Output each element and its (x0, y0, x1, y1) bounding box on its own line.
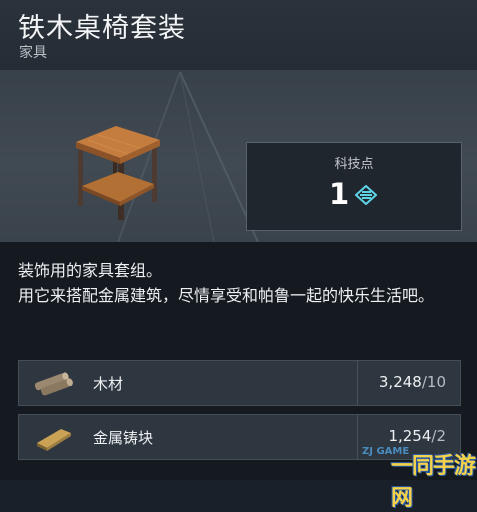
material-owned: 3,248 (378, 373, 422, 391)
site-watermark: 一同手游网 (383, 444, 477, 511)
item-preview-panel: 科技点 1 (0, 70, 477, 242)
material-count: 1,254/2 (388, 427, 446, 445)
tech-point-panel: 科技点 1 (246, 142, 462, 231)
metal-ingot-icon (37, 429, 71, 451)
watermark-text: 一同手游网 (391, 454, 476, 511)
wood-log-icon (34, 372, 73, 396)
item-category: 家具 (19, 45, 47, 61)
item-description: 装饰用的家具套组。 用它来搭配金属建筑，尽情享受和帕鲁一起的快乐生活吧。 (18, 258, 458, 308)
tech-point-icon (355, 185, 377, 205)
item-title: 铁木桌椅套装 (18, 13, 186, 44)
row-divider (357, 361, 358, 405)
material-name: 金属铸块 (93, 429, 154, 447)
row-divider (357, 415, 358, 459)
item-description-text: 装饰用的家具套组。 用它来搭配金属建筑，尽情享受和帕鲁一起的快乐生活吧。 (18, 261, 435, 305)
material-count: 3,248/10 (379, 373, 446, 391)
tech-point-value: 1 (329, 177, 350, 211)
material-required: 10 (426, 373, 446, 391)
material-name: 木材 (93, 375, 124, 393)
material-row-wood[interactable]: 木材 3,248/10 (18, 360, 461, 406)
description-section: 装饰用的家具套组。 用它来搭配金属建筑，尽情享受和帕鲁一起的快乐生活吧。 (0, 242, 477, 348)
material-required: 2 (436, 427, 446, 445)
table-with-shelf-icon (76, 126, 160, 220)
tech-point-label: 科技点 (334, 157, 374, 172)
material-owned: 1,254 (388, 427, 432, 445)
item-header: 铁木桌椅套装 家具 (0, 0, 477, 70)
